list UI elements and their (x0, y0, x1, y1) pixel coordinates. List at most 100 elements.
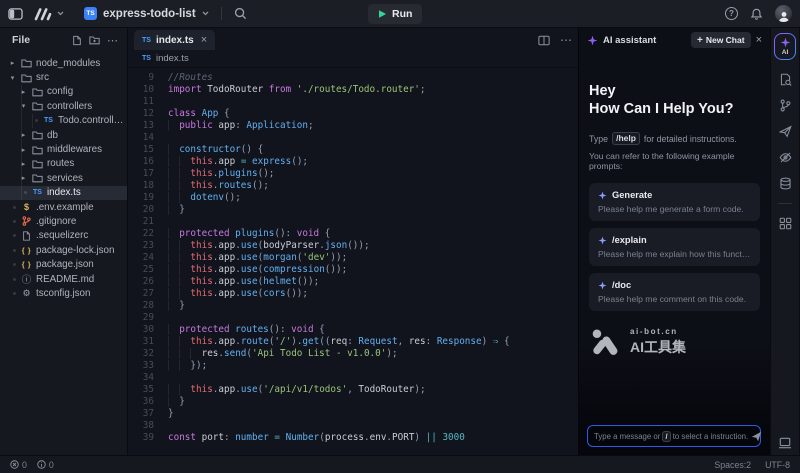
line-number: 21 (128, 216, 168, 228)
line-number: 28 (128, 300, 168, 312)
file-tree-item[interactable]: $.env.example (0, 200, 127, 214)
line-number: 34 (128, 372, 168, 384)
file-tree-item[interactable]: ⚙tsconfig.json (0, 286, 127, 300)
ai-chat-icon[interactable]: AI (774, 33, 796, 60)
prompt-title: /doc (612, 280, 631, 290)
explorer-more-icon[interactable]: ⋯ (107, 34, 119, 47)
encoding-setting[interactable]: UTF-8 (765, 460, 790, 470)
chevron-right-icon: ▸ (8, 59, 17, 67)
help-icon[interactable]: ? (725, 7, 738, 20)
preview-icon[interactable] (774, 151, 796, 164)
ai-panel-body: Hey How Can I Help You? Type /help for d… (579, 52, 770, 357)
divider (778, 203, 792, 204)
breadcrumb[interactable]: TS index.ts (128, 50, 578, 68)
code-line: 30 protected routes(): void { (128, 324, 578, 336)
code-line: 24 this.app.use(morgan('dev')); (128, 252, 578, 264)
json-file-icon: { } (20, 260, 33, 269)
prompt-title: Generate (612, 190, 652, 200)
file-tree-item[interactable]: .sequelizerc (0, 229, 127, 243)
database-icon[interactable] (774, 177, 796, 190)
device-preview-icon[interactable] (774, 437, 796, 449)
file-tree-item[interactable]: .gitignore (0, 214, 127, 228)
prompt-card[interactable]: GeneratePlease help me generate a form c… (589, 183, 760, 221)
app-logo[interactable] (33, 7, 64, 21)
run-button[interactable]: Run (368, 4, 422, 24)
code-line: 33 }); (128, 360, 578, 372)
source-control-icon[interactable] (774, 99, 796, 112)
new-file-icon[interactable] (72, 35, 82, 46)
problems-warnings[interactable]: 0 (37, 460, 54, 470)
search-icon[interactable] (234, 7, 247, 20)
deploy-icon[interactable] (774, 125, 796, 138)
file-tree-item[interactable]: ▸node_modules (0, 56, 127, 70)
code-editor-surface[interactable]: 9//Routes10import TodoRouter from './rou… (128, 68, 578, 455)
file-tree-item[interactable]: TSTodo.controller.ts (0, 114, 127, 128)
readme-icon: ⓘ (20, 272, 33, 286)
play-icon (378, 9, 387, 19)
problems-errors[interactable]: 0 (10, 460, 27, 470)
config-gear-icon: ⚙ (20, 288, 33, 299)
divider (221, 7, 222, 20)
split-editor-icon[interactable] (538, 35, 550, 46)
ai-panel-header: AI assistant + New Chat × (579, 28, 770, 52)
code-line: 19 dotenv(); (128, 192, 578, 204)
toggle-sidebar-icon[interactable] (8, 7, 23, 21)
code-line: 16 this.app = express(); (128, 156, 578, 168)
line-number: 20 (128, 204, 168, 216)
ai-message-input[interactable]: Type a message or / to select a instruct… (587, 425, 761, 447)
code-line: 17 this.plugins(); (128, 168, 578, 180)
tree-guide (32, 114, 33, 128)
new-folder-icon[interactable] (89, 35, 100, 45)
file-tree-item[interactable]: ▸services (0, 171, 127, 185)
close-tab-icon[interactable]: × (201, 34, 207, 46)
file-tree-item[interactable]: ⓘREADME.md (0, 272, 127, 286)
code-line: 32 res.send('Api Todo List - v1.0.0'); (128, 348, 578, 360)
folder-icon (31, 145, 44, 155)
chevron-down-icon: ▾ (8, 74, 17, 82)
line-number: 30 (128, 324, 168, 336)
file-tree-item[interactable]: ▸config (0, 85, 127, 99)
watermark-site: ai-bot.cn (630, 327, 686, 336)
file-tree-item[interactable]: { }package-lock.json (0, 243, 127, 257)
file-tree-item[interactable]: { }package.json (0, 257, 127, 271)
explorer-header: File ⋯ (0, 28, 127, 52)
file-tree-item[interactable]: ▸db (0, 128, 127, 142)
code-line: 25 this.app.use(compression()); (128, 264, 578, 276)
gitignore-icon (20, 216, 33, 226)
file-tree-item[interactable]: ▾controllers (0, 99, 127, 113)
ai-help-hint: Type /help for detailed instructions. (589, 132, 760, 145)
code-line: 38 (128, 420, 578, 432)
indentation-setting[interactable]: Spaces:2 (714, 460, 751, 470)
prompt-card[interactable]: /explainPlease help me explain how this … (589, 228, 760, 266)
line-number: 9 (128, 72, 168, 84)
close-panel-icon[interactable]: × (756, 34, 762, 46)
file-tree-item[interactable]: ▾ src (0, 70, 127, 84)
prompt-card[interactable]: /docPlease help me comment on this code. (589, 273, 760, 311)
send-message-icon[interactable] (751, 431, 762, 442)
apps-grid-icon[interactable] (774, 217, 796, 230)
new-chat-button[interactable]: + New Chat (691, 32, 751, 48)
sparkle-icon (598, 191, 607, 200)
editor-more-icon[interactable]: ⋯ (560, 33, 572, 47)
line-number: 24 (128, 252, 168, 264)
code-line: 36 } (128, 396, 578, 408)
file-explorer-panel: File ⋯ ▸node_modules▾src▸config▾controll… (0, 28, 128, 455)
slash-kbd: / (662, 431, 670, 442)
code-line: 29 (128, 312, 578, 324)
notifications-bell-icon[interactable] (750, 7, 763, 21)
explorer-title: File (12, 34, 30, 46)
user-avatar[interactable] (775, 5, 792, 22)
file-tree-item[interactable]: ▸middlewares (0, 142, 127, 156)
folder-icon (31, 173, 44, 183)
file-name: src (36, 72, 49, 83)
code-line: 26 this.app.use(helmet()); (128, 276, 578, 288)
ide-window: TS express-todo-list Run ? File (0, 0, 800, 473)
tab-index-ts[interactable]: TS index.ts × (134, 30, 215, 50)
project-switcher[interactable]: TS express-todo-list (84, 7, 209, 20)
file-name: config (47, 86, 73, 97)
file-tree-item[interactable]: TSindex.ts (0, 186, 127, 200)
file-name: package.json (36, 259, 94, 270)
file-search-icon[interactable] (774, 73, 796, 86)
top-bar: TS express-todo-list Run ? (0, 0, 800, 28)
file-tree-item[interactable]: ▸routes (0, 157, 127, 171)
